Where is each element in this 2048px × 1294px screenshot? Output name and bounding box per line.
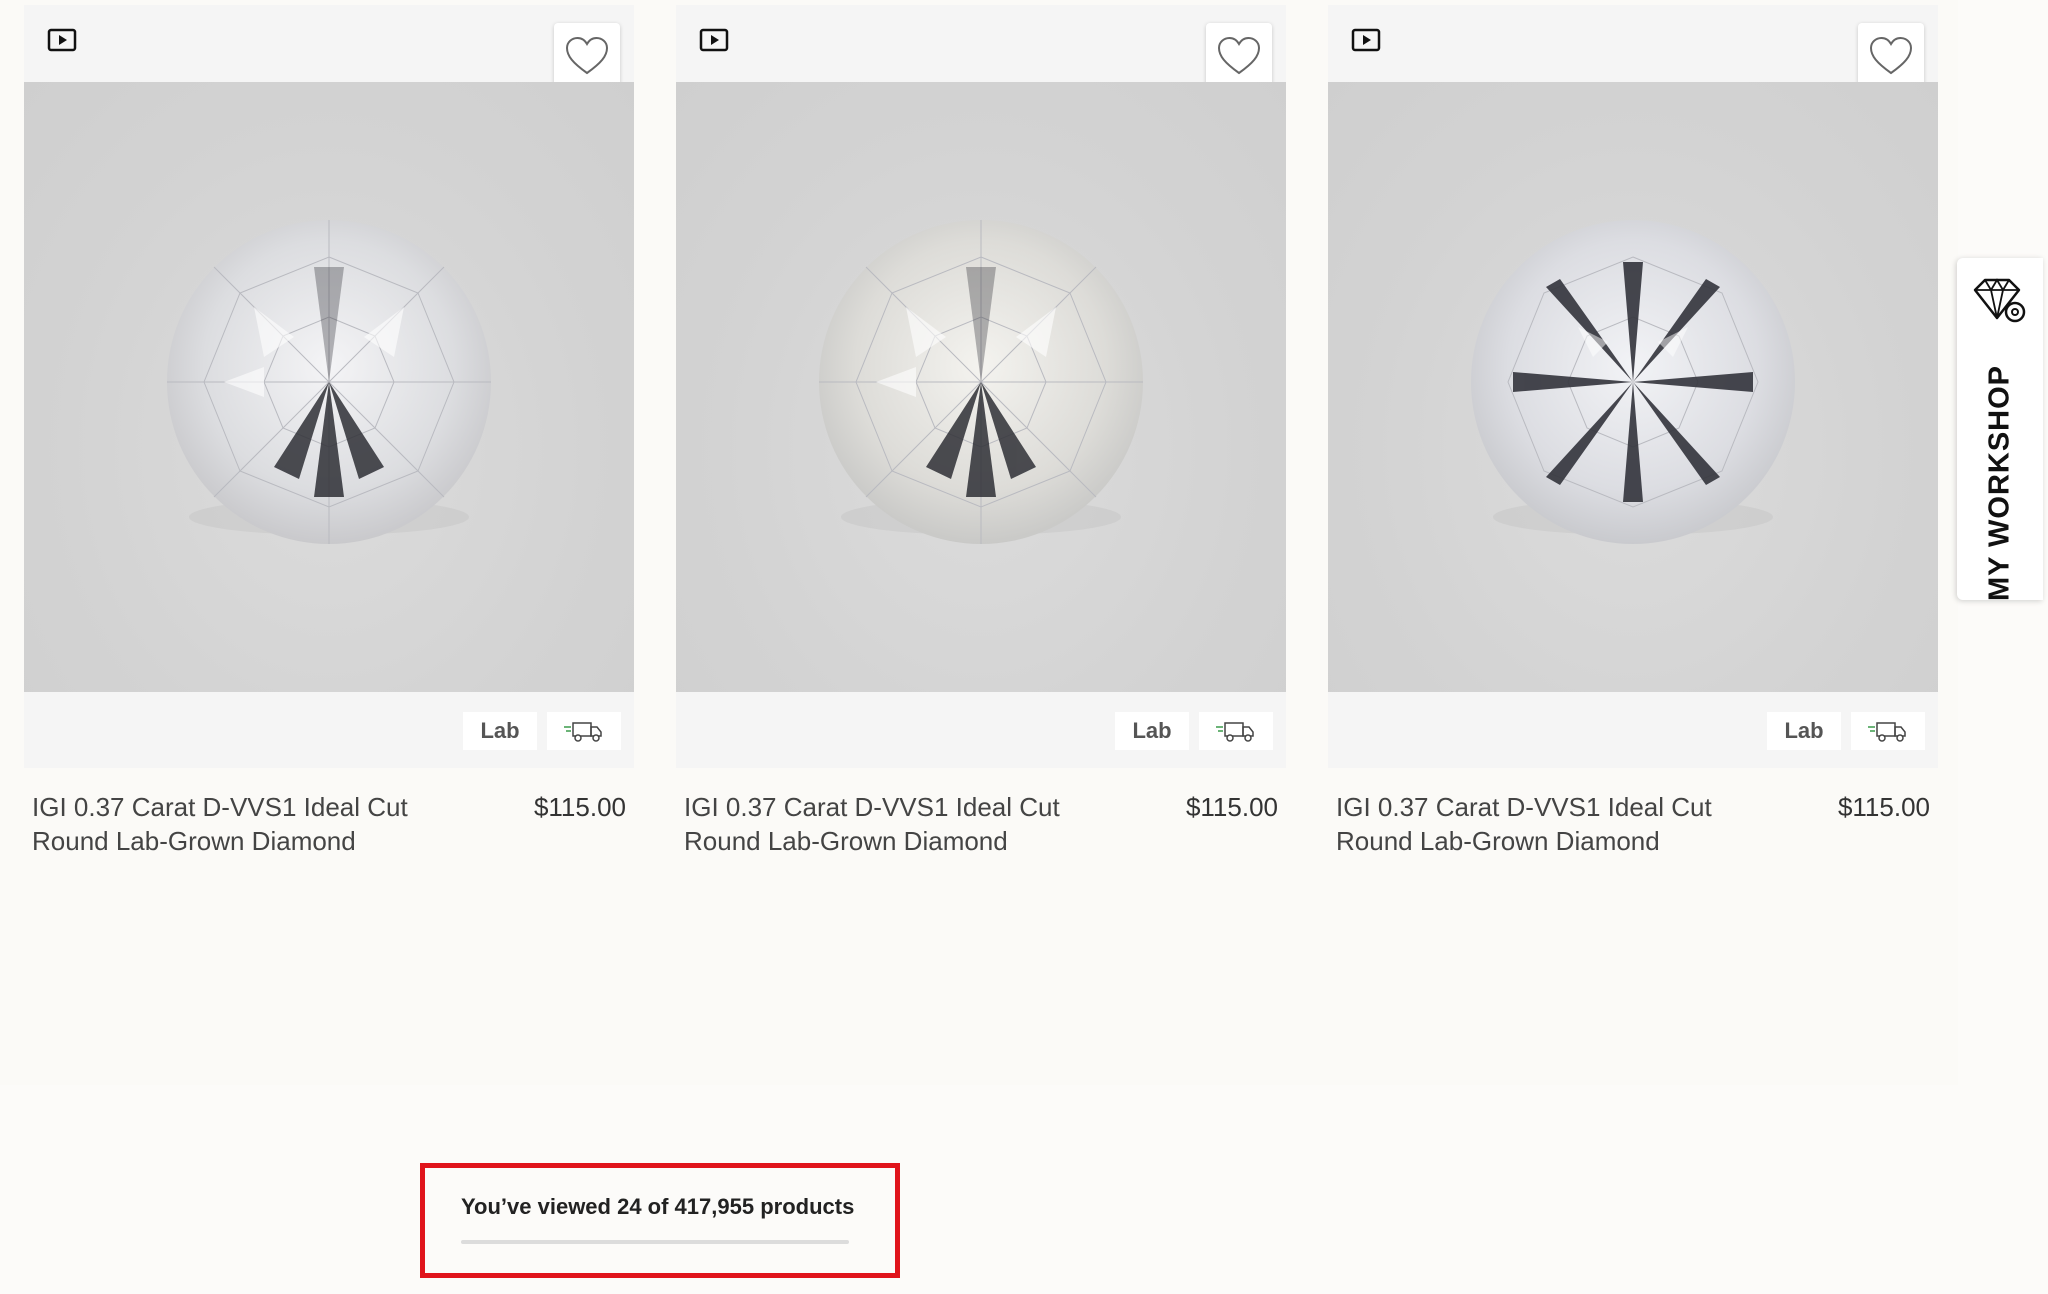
diamond-image[interactable] bbox=[676, 82, 1286, 692]
play-video-icon[interactable] bbox=[46, 27, 78, 53]
product-media[interactable]: Lab bbox=[24, 5, 634, 768]
lab-badge: Lab bbox=[1115, 712, 1189, 750]
product-price: $115.00 bbox=[533, 792, 626, 822]
diamond-gear-icon bbox=[1971, 276, 2027, 329]
diamond-image[interactable] bbox=[24, 82, 634, 692]
shipping-truck-icon bbox=[1199, 712, 1273, 750]
product-title[interactable]: IGI 0.37 Carat D-VVS1 Ideal Cut Round La… bbox=[32, 790, 462, 858]
product-card[interactable]: Lab IGI 0.37 Carat D-VVS1 Ideal Cut Roun… bbox=[676, 5, 1286, 878]
shipping-truck-icon bbox=[1851, 712, 1925, 750]
product-info[interactable]: IGI 0.37 Carat D-VVS1 Ideal Cut Round La… bbox=[1328, 768, 1938, 878]
heart-icon bbox=[565, 36, 609, 75]
my-workshop-label: MY WORKSHOP bbox=[1983, 364, 2016, 602]
viewed-count-text: You’ve viewed 24 of 417,955 products bbox=[461, 1194, 855, 1219]
shipping-truck-icon bbox=[547, 712, 621, 750]
wishlist-button[interactable] bbox=[1206, 23, 1272, 89]
play-video-icon[interactable] bbox=[698, 27, 730, 53]
product-title[interactable]: IGI 0.37 Carat D-VVS1 Ideal Cut Round La… bbox=[1336, 790, 1766, 858]
lab-badge: Lab bbox=[463, 712, 537, 750]
play-video-icon[interactable] bbox=[1350, 27, 1382, 53]
wishlist-button[interactable] bbox=[554, 23, 620, 89]
product-card[interactable]: Lab IGI 0.37 Carat D-VVS1 Ideal Cut Roun… bbox=[24, 5, 634, 878]
product-title[interactable]: IGI 0.37 Carat D-VVS1 Ideal Cut Round La… bbox=[684, 790, 1114, 858]
product-info[interactable]: IGI 0.37 Carat D-VVS1 Ideal Cut Round La… bbox=[676, 768, 1286, 878]
product-info[interactable]: IGI 0.37 Carat D-VVS1 Ideal Cut Round La… bbox=[24, 768, 634, 878]
product-price: $115.00 bbox=[1185, 792, 1278, 822]
product-media[interactable]: Lab bbox=[1328, 5, 1938, 768]
product-card[interactable]: Lab IGI 0.37 Carat D-VVS1 Ideal Cut Roun… bbox=[1328, 5, 1938, 878]
viewed-progress-bar bbox=[461, 1240, 849, 1244]
diamond-image[interactable] bbox=[1328, 82, 1938, 692]
viewed-count-highlight bbox=[420, 1163, 900, 1278]
lab-badge: Lab bbox=[1767, 712, 1841, 750]
product-price: $115.00 bbox=[1837, 792, 1930, 822]
heart-icon bbox=[1217, 36, 1261, 75]
heart-icon bbox=[1869, 36, 1913, 75]
product-media[interactable]: Lab bbox=[676, 5, 1286, 768]
product-grid: Lab IGI 0.37 Carat D-VVS1 Ideal Cut Roun… bbox=[0, 0, 1958, 1085]
wishlist-button[interactable] bbox=[1858, 23, 1924, 89]
my-workshop-tab[interactable]: MY WORKSHOP bbox=[1957, 258, 2043, 602]
